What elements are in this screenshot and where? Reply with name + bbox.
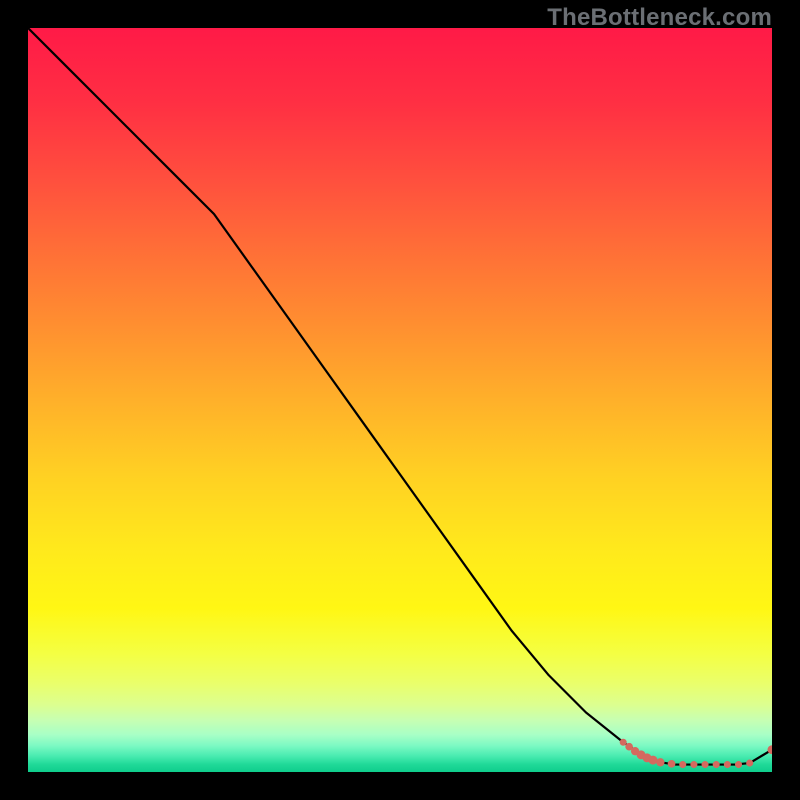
marker-dot: [620, 739, 627, 746]
chart-frame: TheBottleneck.com: [0, 0, 800, 800]
marker-dot: [735, 761, 742, 768]
marker-dot: [668, 760, 676, 768]
marker-dot: [690, 761, 697, 768]
marker-dot: [648, 756, 657, 765]
marker-dot: [713, 761, 720, 768]
chart-plot-area: [28, 28, 772, 772]
marker-dot: [724, 761, 731, 768]
marker-dot: [746, 760, 753, 767]
marker-dot: [656, 758, 664, 766]
marker-dot: [702, 761, 709, 768]
marker-dot: [679, 761, 686, 768]
chart-svg: [28, 28, 772, 772]
